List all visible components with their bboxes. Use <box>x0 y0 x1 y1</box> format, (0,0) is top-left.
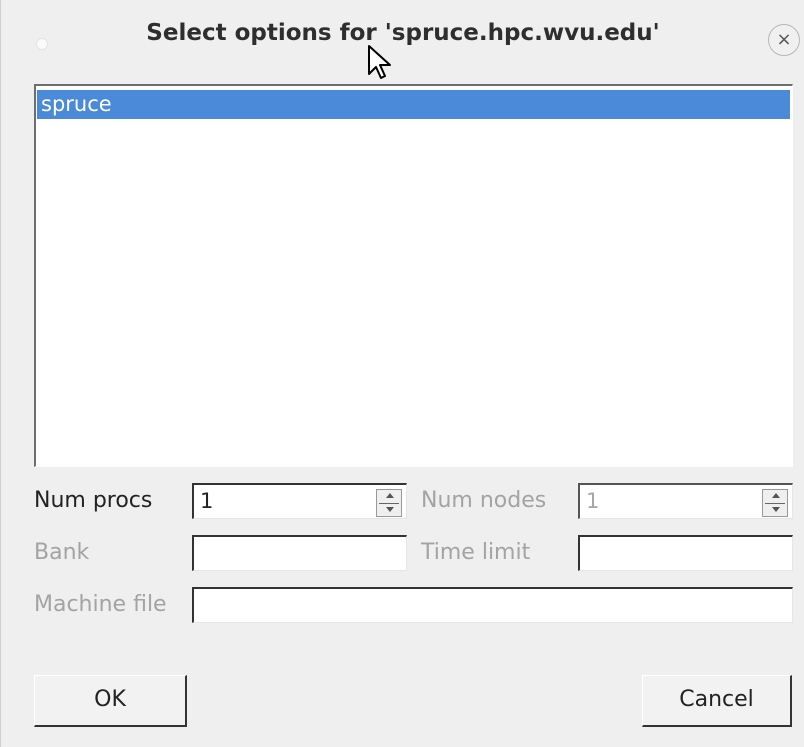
close-button[interactable]: × <box>768 24 800 56</box>
list-item-spruce[interactable]: spruce <box>37 90 790 119</box>
num-procs-value: 1 <box>200 489 214 513</box>
close-icon: × <box>776 29 792 50</box>
num-nodes-label: Num nodes <box>421 488 547 513</box>
num-nodes-value: 1 <box>586 489 600 513</box>
num-procs-spinner[interactable]: 1 <box>192 483 407 519</box>
options-dialog: Select options for 'spruce.hpc.wvu.edu' … <box>0 0 804 747</box>
window-title: Select options for 'spruce.hpc.wvu.edu' <box>146 20 660 46</box>
stepper-divider <box>379 503 399 504</box>
increment-icon[interactable] <box>386 493 394 498</box>
title-bar[interactable]: Select options for 'spruce.hpc.wvu.edu' … <box>1 0 804 80</box>
time-limit-label: Time limit <box>421 540 531 565</box>
num-nodes-spinner[interactable]: 1 <box>578 483 793 519</box>
bank-label: Bank <box>34 540 90 565</box>
num-procs-stepper[interactable] <box>376 489 402 517</box>
decrement-icon[interactable] <box>386 507 394 512</box>
mouse-pointer-icon <box>368 45 391 79</box>
num-procs-label: Num procs <box>34 488 153 513</box>
bank-input[interactable] <box>192 535 407 571</box>
increment-icon[interactable] <box>772 493 780 498</box>
machine-file-input[interactable] <box>192 587 793 623</box>
ok-button[interactable]: OK <box>34 675 187 727</box>
num-nodes-stepper[interactable] <box>762 489 788 517</box>
time-limit-input[interactable] <box>578 535 793 571</box>
machine-file-label: Machine file <box>34 592 167 617</box>
stepper-divider <box>765 503 785 504</box>
decrement-icon[interactable] <box>772 507 780 512</box>
cancel-button[interactable]: Cancel <box>642 675 792 727</box>
machine-list[interactable]: spruce <box>34 84 793 467</box>
